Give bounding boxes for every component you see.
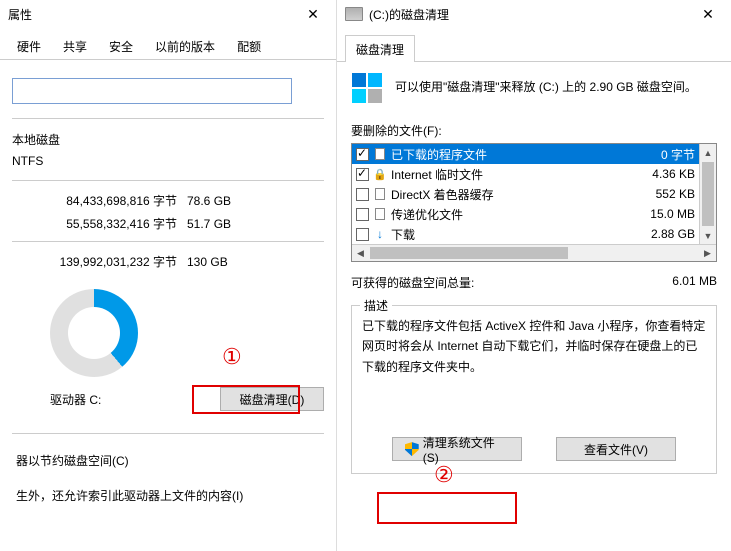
- properties-tabs: 硬件 共享 安全 以前的版本 配额: [0, 32, 336, 60]
- free-space-row: 55,558,332,416 字节 51.7 GB: [12, 212, 324, 235]
- scroll-left-icon[interactable]: ◀: [352, 245, 369, 261]
- tab-previous-versions[interactable]: 以前的版本: [144, 32, 226, 59]
- properties-title: 属性: [8, 6, 298, 23]
- file-icon: [373, 207, 387, 221]
- description-legend: 描述: [360, 297, 392, 314]
- tab-security[interactable]: 安全: [98, 32, 144, 59]
- list-item[interactable]: 已下载的程序文件0 字节: [352, 144, 699, 164]
- tab-disk-cleanup[interactable]: 磁盘清理: [345, 35, 415, 62]
- scroll-thumb[interactable]: [370, 247, 568, 259]
- list-item[interactable]: 🔒 Internet 临时文件4.36 KB: [352, 164, 699, 184]
- list-item[interactable]: 传递优化文件15.0 MB: [352, 204, 699, 224]
- tab-quota[interactable]: 配额: [226, 32, 272, 59]
- item-name: 已下载的程序文件: [391, 146, 625, 163]
- clean-system-files-button[interactable]: 清理系统文件(S): [392, 437, 522, 461]
- item-name: 下载: [391, 226, 625, 243]
- item-size: 15.0 MB: [625, 207, 695, 221]
- files-to-delete-label: 要删除的文件(F):: [351, 122, 717, 139]
- used-space-row: 84,433,698,816 字节 78.6 GB: [12, 189, 324, 212]
- description-text: 已下载的程序文件包括 ActiveX 控件和 Java 小程序，你查看特定网页时…: [362, 316, 706, 377]
- tab-sharing[interactable]: 共享: [52, 32, 98, 59]
- files-listbox[interactable]: 已下载的程序文件0 字节🔒Internet 临时文件4.36 KBDirectX…: [351, 143, 717, 262]
- item-name: 传递优化文件: [391, 206, 625, 223]
- checkbox[interactable]: [356, 188, 369, 201]
- gain-label: 可获得的磁盘空间总量:: [351, 274, 672, 291]
- horizontal-scrollbar[interactable]: ◀ ▶: [352, 244, 716, 261]
- view-files-button[interactable]: 查看文件(V): [556, 437, 676, 461]
- list-item[interactable]: ↓ 下载2.88 GB: [352, 224, 699, 244]
- drive-label: 驱动器 C:: [12, 391, 220, 408]
- cleanup-info-text: 可以使用"磁盘清理"来释放 (C:) 上的 2.90 GB 磁盘空间。: [395, 78, 697, 97]
- item-size: 4.36 KB: [625, 167, 695, 181]
- item-name: DirectX 着色器缓存: [391, 186, 625, 203]
- disk-cleanup-button[interactable]: 磁盘清理(D): [220, 387, 324, 411]
- scroll-up-icon[interactable]: ▲: [700, 144, 716, 161]
- drive-icon: [345, 7, 363, 21]
- checkbox[interactable]: [356, 168, 369, 181]
- item-size: 0 字节: [625, 146, 695, 163]
- lock-icon: 🔒: [373, 167, 387, 181]
- close-icon[interactable]: ✕: [298, 6, 328, 23]
- scroll-down-icon[interactable]: ▼: [700, 227, 716, 244]
- index-option-text: 生外，还允许索引此驱动器上文件的内容(I): [12, 471, 324, 506]
- checkbox[interactable]: [356, 228, 369, 241]
- filesystem-type: NTFS: [12, 152, 324, 174]
- checkbox[interactable]: [356, 208, 369, 221]
- item-size: 552 KB: [625, 187, 695, 201]
- compress-option-text: 器以节约磁盘空间(C): [12, 442, 324, 471]
- download-arrow-icon: ↓: [373, 227, 387, 241]
- gain-value: 6.01 MB: [672, 274, 717, 291]
- capacity-row: 139,992,031,232 字节 130 GB: [12, 250, 324, 273]
- tab-hardware[interactable]: 硬件: [6, 32, 52, 59]
- file-icon: [373, 187, 387, 201]
- annotation-box-2: [377, 492, 517, 524]
- scroll-thumb[interactable]: [702, 162, 714, 226]
- volume-name-input[interactable]: [12, 78, 292, 104]
- item-size: 2.88 GB: [625, 227, 695, 241]
- shield-icon: [405, 442, 419, 456]
- file-icon: [373, 147, 387, 161]
- usage-donut-icon: [50, 289, 138, 377]
- item-name: Internet 临时文件: [391, 166, 625, 183]
- close-icon[interactable]: ✕: [693, 6, 723, 23]
- disk-type: 本地磁盘: [12, 127, 324, 152]
- cleanup-title: (C:)的磁盘清理: [369, 6, 693, 23]
- checkbox[interactable]: [356, 148, 369, 161]
- vertical-scrollbar[interactable]: ▲ ▼: [699, 144, 716, 244]
- cleanup-info-icon: [351, 72, 383, 104]
- list-item[interactable]: DirectX 着色器缓存552 KB: [352, 184, 699, 204]
- scroll-right-icon[interactable]: ▶: [699, 245, 716, 261]
